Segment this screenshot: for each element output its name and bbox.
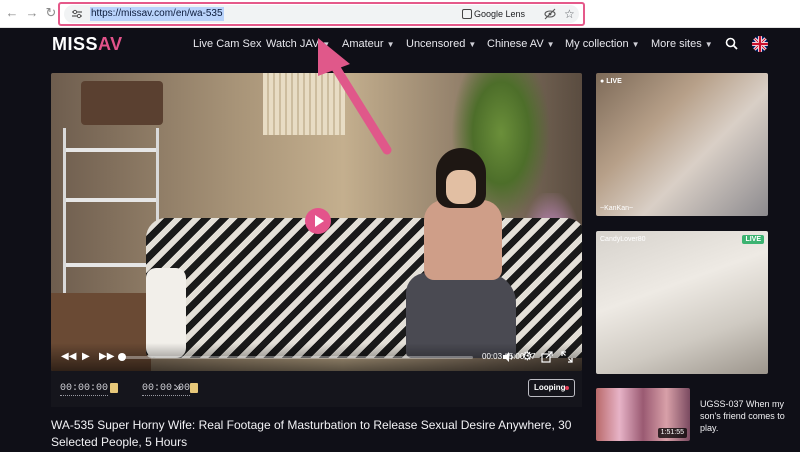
annotation-arrow [318,38,392,155]
